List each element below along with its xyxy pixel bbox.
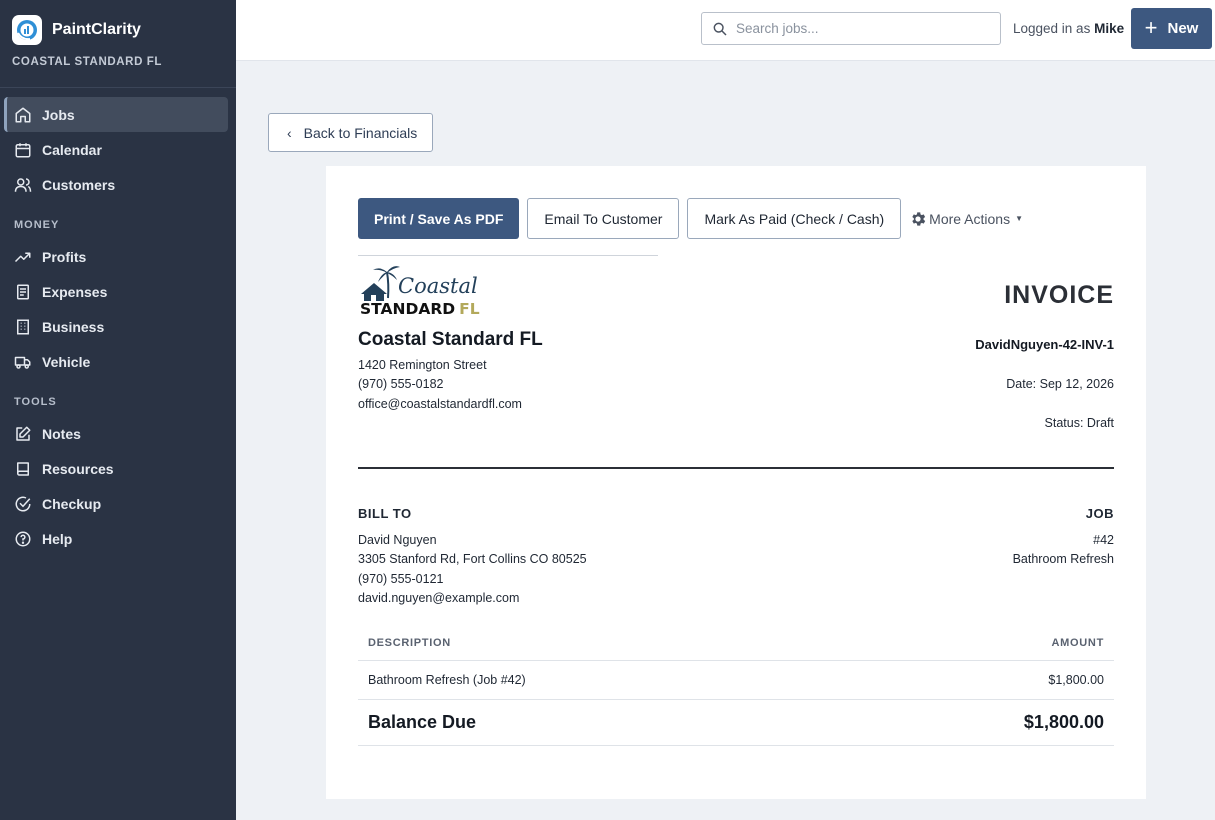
gear-icon (912, 211, 926, 226)
sidebar-item-label: Notes (42, 425, 81, 442)
users-icon (14, 177, 32, 192)
sidebar-item-checkup[interactable]: Checkup (4, 486, 228, 521)
bill-to-heading: BILL TO (358, 506, 412, 521)
chevron-left-icon: ‹ (287, 124, 292, 141)
trending-up-icon (14, 252, 31, 262)
sidebar-item-customers[interactable]: Customers (4, 167, 228, 202)
new-button-label: New (1167, 20, 1199, 37)
business-email: office@coastalstandardfl.com (358, 397, 522, 411)
job-heading: JOB (1085, 506, 1114, 521)
sidebar-item-label: Resources (42, 460, 114, 477)
sidebar-item-label: Checkup (42, 495, 102, 512)
logo-text-fl: FL (459, 300, 480, 318)
bill-to-phone: (970) 555-0121 (358, 572, 444, 586)
app-name: PaintClarity (52, 20, 141, 38)
bill-to-name: David Nguyen (358, 533, 437, 547)
email-customer-button[interactable]: Email To Customer (527, 198, 680, 239)
search-box[interactable] (701, 12, 1001, 45)
logged-in-text: Logged in as Mike (1013, 21, 1124, 36)
line-item-description: Bathroom Refresh (Job #42) (368, 673, 526, 687)
job-number: #42 (1093, 533, 1114, 547)
book-icon (17, 461, 29, 476)
check-circle-icon (15, 496, 31, 512)
header-rule (358, 467, 1114, 469)
logged-in-user: Mike (1094, 21, 1125, 36)
bill-to-address: 3305 Stanford Rd, Fort Collins CO 80525 (358, 552, 587, 566)
search-input[interactable] (736, 21, 986, 36)
line-item-amount: $1,800.00 (1048, 673, 1104, 687)
sidebar-section-money: MONEY (14, 219, 60, 231)
new-button[interactable]: + New (1131, 8, 1212, 49)
home-icon (15, 107, 31, 122)
job-name: Bathroom Refresh (1012, 552, 1114, 566)
sidebar-section-tools: TOOLS (14, 396, 57, 408)
help-circle-icon (15, 531, 31, 546)
line-items-table: DESCRIPTION AMOUNT Bathroom Refresh (Job… (358, 626, 1114, 746)
sidebar-item-label: Customers (42, 176, 116, 193)
sidebar-item-business[interactable]: Business (4, 309, 228, 344)
table-header: DESCRIPTION AMOUNT (358, 626, 1114, 661)
receipt-icon (17, 284, 29, 299)
sidebar-item-calendar[interactable]: Calendar (4, 132, 228, 167)
sidebar-item-label: Vehicle (42, 353, 91, 370)
invoice-date: Date: Sep 12, 2026 (1006, 377, 1114, 391)
sidebar-item-label: Profits (42, 248, 87, 265)
sidebar-item-notes[interactable]: Notes (4, 416, 228, 451)
brand[interactable]: PaintClarity (0, 0, 236, 45)
business-address: 1420 Remington Street (358, 358, 487, 372)
logged-in-prefix: Logged in as (1013, 21, 1091, 36)
calendar-icon (15, 142, 31, 157)
organization-name: COASTAL STANDARD FL (12, 56, 163, 68)
search-icon (713, 22, 727, 36)
bill-to-email: david.nguyen@example.com (358, 591, 520, 605)
truck-icon (14, 356, 31, 369)
sidebar-nav: Jobs Calendar Customers MONEY Profits Ex… (0, 88, 236, 556)
table-row: Bathroom Refresh (Job #42) $1,800.00 (358, 661, 1114, 700)
back-to-financials-button[interactable]: ‹ Back to Financials (268, 113, 433, 152)
top-bar: Logged in as Mike + New (236, 0, 1215, 61)
invoice-title: INVOICE (1004, 281, 1114, 309)
column-description: DESCRIPTION (368, 637, 451, 649)
sidebar-item-expenses[interactable]: Expenses (4, 274, 228, 309)
balance-due-row: Balance Due $1,800.00 (358, 700, 1114, 746)
invoice-card: Print / Save As PDF Email To Customer Ma… (326, 166, 1146, 799)
sidebar-item-label: Calendar (42, 141, 102, 158)
logo-text-standard: STANDARD (360, 300, 455, 318)
back-button-label: Back to Financials (303, 124, 418, 141)
logo-divider (358, 255, 658, 256)
company-logo: Coastal STANDARD FL (360, 266, 480, 318)
invoice-status: Status: Draft (1044, 416, 1114, 430)
caret-down-icon: ▼ (1015, 214, 1024, 223)
sidebar-item-label: Business (42, 318, 105, 335)
business-name: Coastal Standard FL (358, 329, 543, 350)
sidebar-item-profits[interactable]: Profits (4, 239, 228, 274)
edit-icon (16, 426, 31, 441)
column-amount: AMOUNT (1051, 637, 1104, 649)
more-actions-label: More Actions (929, 210, 1011, 227)
invoice-actions: Print / Save As PDF Email To Customer Ma… (358, 198, 1023, 239)
mark-as-paid-button[interactable]: Mark As Paid (Check / Cash) (687, 198, 902, 239)
logo-text-coastal: Coastal (398, 274, 478, 298)
sidebar-item-jobs[interactable]: Jobs (4, 97, 228, 132)
building-icon (17, 319, 29, 334)
print-save-pdf-button[interactable]: Print / Save As PDF (358, 198, 520, 239)
plus-icon: + (1144, 14, 1158, 40)
sidebar-item-help[interactable]: Help (4, 521, 228, 556)
more-actions-dropdown[interactable]: More Actions ▼ (909, 210, 1023, 228)
business-phone: (970) 555-0182 (358, 377, 444, 391)
sidebar-item-resources[interactable]: Resources (4, 451, 228, 486)
balance-due-label: Balance Due (368, 712, 477, 732)
app-logo-icon (12, 14, 42, 45)
svg-text:STANDARDFL: STANDARD FL (360, 300, 480, 318)
invoice-number: DavidNguyen-42-INV-1 (975, 337, 1114, 352)
sidebar-item-label: Help (42, 530, 73, 547)
sidebar-item-label: Jobs (42, 106, 75, 123)
balance-due-amount: $1,800.00 (1023, 712, 1104, 732)
sidebar: PaintClarity COASTAL STANDARD FL Jobs Ca… (0, 0, 236, 820)
sidebar-item-label: Expenses (42, 283, 108, 300)
sidebar-item-vehicle[interactable]: Vehicle (4, 344, 228, 379)
